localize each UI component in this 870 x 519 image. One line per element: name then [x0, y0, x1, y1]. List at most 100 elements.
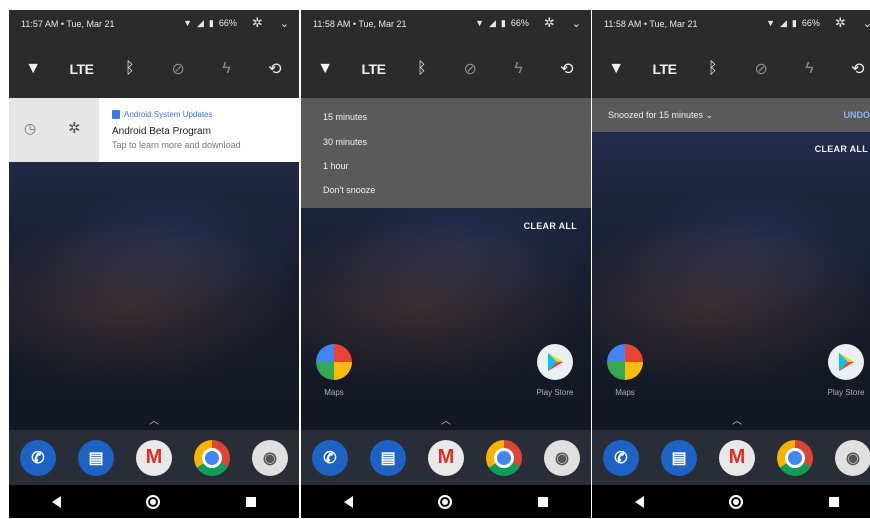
snooze-options-menu: 15 minutes 30 minutes 1 hour Don't snooz…	[301, 98, 591, 208]
clear-all-button[interactable]: CLEAR ALL	[524, 221, 577, 231]
chevron-down-icon[interactable]: ⌄	[280, 17, 289, 30]
snooze-option-dont-snooze[interactable]: Don't snooze	[323, 185, 375, 195]
phone-app-icon[interactable]: ✆	[20, 439, 56, 476]
gear-icon[interactable]: ✲	[544, 15, 555, 31]
notification-app-name: Android System Updates	[124, 110, 213, 119]
chevron-up-icon[interactable]: ︿	[9, 412, 299, 427]
navigation-bar	[592, 485, 870, 518]
gmail-app-icon[interactable]: M	[428, 439, 464, 476]
wifi-icon[interactable]: ▼	[15, 51, 51, 87]
wifi-status-icon: ▼	[766, 18, 775, 28]
snooze-option-30-minutes[interactable]: 30 minutes	[323, 137, 367, 147]
battery-percent: 66%	[510, 18, 529, 28]
notification-title: Android Beta Program	[112, 126, 211, 137]
snooze-option-1-hour[interactable]: 1 hour	[323, 161, 349, 171]
home-icon[interactable]	[146, 494, 161, 509]
signal-icon: ◢	[779, 17, 787, 28]
dock: ✆ ▤ M ◉	[301, 430, 591, 485]
messages-app-icon[interactable]: ▤	[370, 439, 406, 476]
camera-app-icon[interactable]: ◉	[252, 439, 288, 476]
lte-tile[interactable]: LTE	[355, 51, 391, 87]
gmail-app-icon[interactable]: M	[136, 439, 172, 476]
messages-app-icon[interactable]: ▤	[661, 439, 697, 476]
maps-label: Maps	[615, 388, 635, 397]
flashlight-icon[interactable]: ϟ	[208, 51, 244, 87]
snoozed-dropdown[interactable]: Snoozed for 15 minutes ⌄	[608, 110, 713, 121]
play-store-app-icon[interactable]	[537, 344, 573, 380]
maps-app[interactable]: Maps	[605, 344, 645, 397]
lte-tile[interactable]: LTE	[646, 51, 682, 87]
chevron-up-icon[interactable]: ︿	[301, 412, 591, 427]
messages-app-icon[interactable]: ▤	[78, 439, 114, 476]
home-icon[interactable]	[729, 494, 744, 509]
status-bar: 11:57 AM • Tue, Mar 21 ▼ ◢ ▮ 66% ✲ ⌄	[9, 10, 299, 40]
do-not-disturb-off-icon[interactable]: ⊘	[160, 51, 196, 87]
wifi-icon[interactable]: ▼	[598, 51, 634, 87]
flashlight-icon[interactable]: ϟ	[791, 51, 827, 87]
wifi-status-icon: ▼	[475, 18, 484, 28]
back-icon[interactable]	[343, 495, 353, 508]
do-not-disturb-off-icon[interactable]: ⊘	[743, 51, 779, 87]
phone-app-icon[interactable]: ✆	[312, 439, 348, 476]
navigation-bar	[301, 485, 591, 518]
chrome-app-icon[interactable]	[486, 439, 522, 476]
chevron-down-icon[interactable]: ⌄	[572, 17, 581, 30]
gear-icon[interactable]: ✲	[252, 15, 263, 31]
notification-card[interactable]: ◷ ✲ Android System Updates Android Beta …	[9, 98, 299, 162]
status-bar: 11:58 AM • Tue, Mar 21 ▼ ◢ ▮ 66% ✲ ⌄	[592, 10, 870, 40]
play-store-label: Play Store	[827, 388, 865, 397]
wifi-icon[interactable]: ▼	[307, 51, 343, 87]
do-not-disturb-off-icon[interactable]: ⊘	[452, 51, 488, 87]
gmail-app-icon[interactable]: M	[719, 439, 755, 476]
quick-settings-row: ▼ LTE ᛒ ⊘ ϟ ⟲	[9, 40, 299, 98]
home-icon[interactable]	[438, 494, 453, 509]
chevron-down-icon[interactable]: ⌄	[863, 17, 870, 30]
bluetooth-icon[interactable]: ᛒ	[695, 51, 731, 87]
notification-actions: ◷ ✲	[9, 98, 99, 162]
chrome-app-icon[interactable]	[194, 439, 230, 476]
clear-all-button[interactable]: CLEAR ALL	[815, 144, 868, 154]
back-icon[interactable]	[51, 495, 61, 508]
recents-icon[interactable]	[829, 496, 840, 507]
maps-app-icon[interactable]	[607, 344, 643, 380]
signal-icon: ◢	[196, 17, 204, 28]
auto-rotate-icon[interactable]: ⟲	[549, 51, 585, 87]
snooze-option-15-minutes[interactable]: 15 minutes	[323, 112, 367, 122]
chevron-up-icon[interactable]: ︿	[592, 412, 870, 427]
gear-icon[interactable]: ✲	[835, 15, 846, 31]
battery-percent: 66%	[801, 18, 820, 28]
flashlight-icon[interactable]: ϟ	[500, 51, 536, 87]
status-time: 11:58 AM • Tue, Mar 21	[313, 19, 407, 29]
auto-rotate-icon[interactable]: ⟲	[840, 51, 870, 87]
notification-app-header: Android System Updates	[112, 110, 213, 119]
status-time: 11:57 AM • Tue, Mar 21	[21, 19, 115, 29]
dock: ✆ ▤ M ◉	[9, 430, 299, 485]
chevron-down-icon: ⌄	[705, 110, 714, 120]
dock: ✆ ▤ M ◉	[592, 430, 870, 485]
play-store-app[interactable]: Play Store	[535, 344, 575, 397]
play-store-app[interactable]: Play Store	[826, 344, 866, 397]
signal-icon: ◢	[488, 17, 496, 28]
lte-tile[interactable]: LTE	[63, 51, 99, 87]
chrome-app-icon[interactable]	[777, 439, 813, 476]
bluetooth-icon[interactable]: ᛒ	[404, 51, 440, 87]
maps-app[interactable]: Maps	[314, 344, 354, 397]
undo-button[interactable]: UNDO	[844, 110, 870, 120]
phone-screen-2: 11:58 AM • Tue, Mar 21 ▼ ◢ ▮ 66% ✲ ⌄ ▼ L…	[301, 10, 591, 518]
maps-app-icon[interactable]	[316, 344, 352, 380]
gear-icon[interactable]: ✲	[68, 119, 81, 137]
auto-rotate-icon[interactable]: ⟲	[257, 51, 293, 87]
back-icon[interactable]	[634, 495, 644, 508]
clock-icon[interactable]: ◷	[24, 120, 36, 137]
phone-screen-3: 11:58 AM • Tue, Mar 21 ▼ ◢ ▮ 66% ✲ ⌄ ▼ L…	[592, 10, 870, 518]
quick-settings-row: ▼ LTE ᛒ ⊘ ϟ ⟲	[301, 40, 591, 98]
camera-app-icon[interactable]: ◉	[835, 439, 870, 476]
play-store-app-icon[interactable]	[828, 344, 864, 380]
maps-label: Maps	[324, 388, 344, 397]
phone-app-icon[interactable]: ✆	[603, 439, 639, 476]
camera-app-icon[interactable]: ◉	[544, 439, 580, 476]
recents-icon[interactable]	[538, 496, 549, 507]
recents-icon[interactable]	[246, 496, 257, 507]
bluetooth-icon[interactable]: ᛒ	[112, 51, 148, 87]
snoozed-text: Snoozed for 15 minutes	[608, 110, 704, 120]
